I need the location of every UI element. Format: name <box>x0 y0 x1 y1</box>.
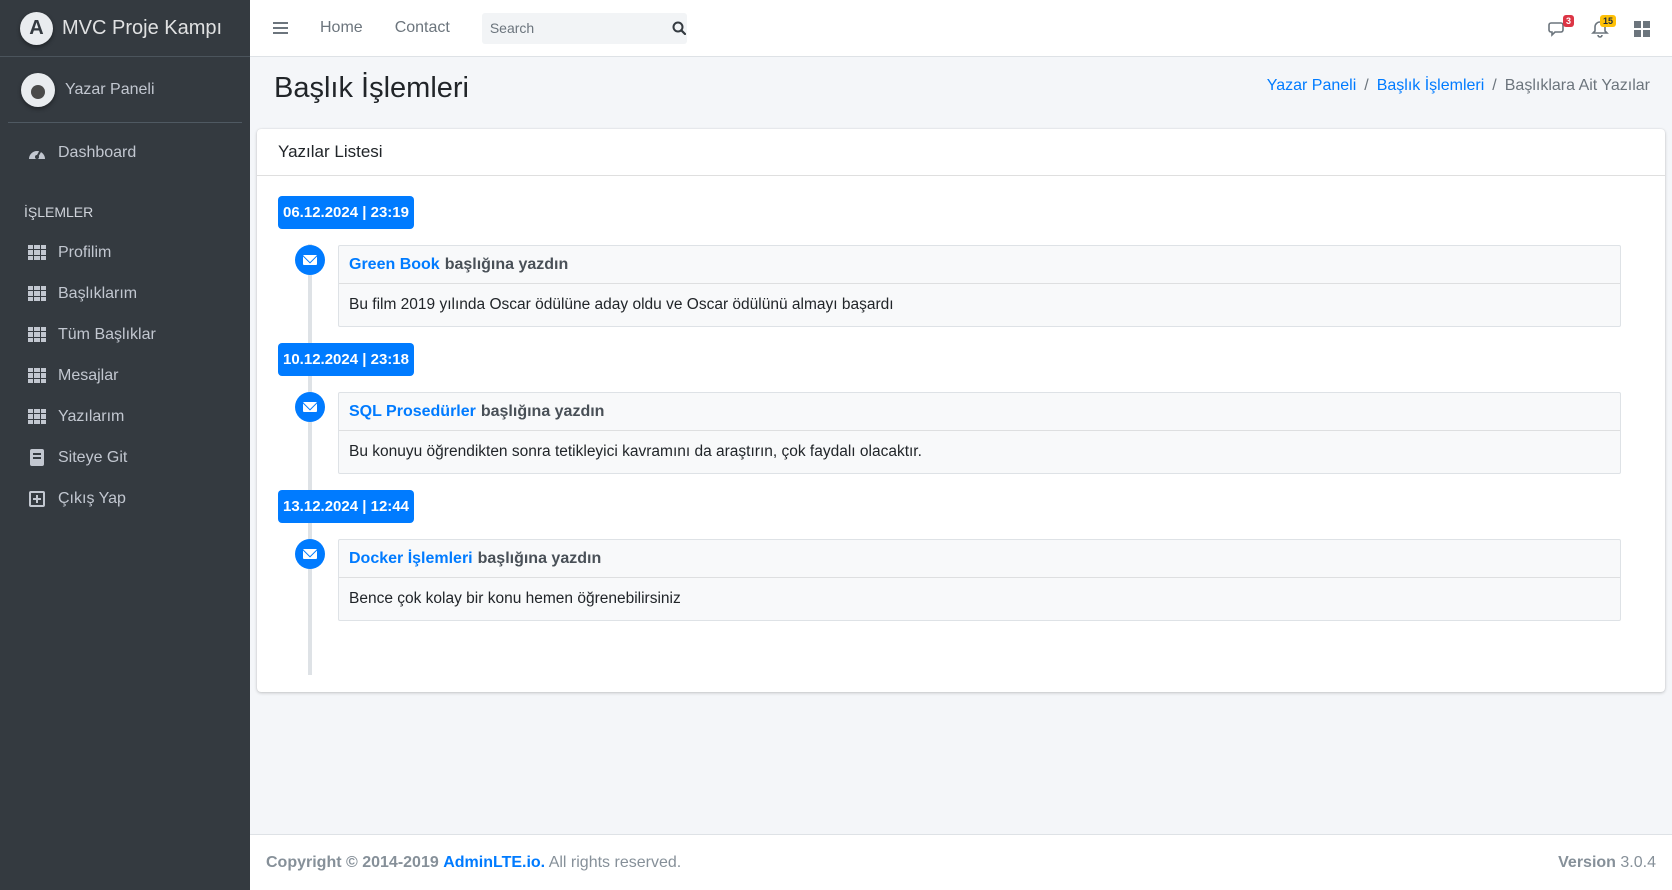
nav-link-contact[interactable]: Contact <box>395 19 450 37</box>
grid-icon <box>27 327 47 342</box>
breadcrumb-item-baslik-islemleri[interactable]: Başlık İşlemleri <box>1377 77 1485 95</box>
time-label: 10.12.2024 | 23:18 <box>278 343 414 376</box>
sidebar-item-profilim[interactable]: Profilim <box>0 232 250 273</box>
breadcrumb-separator: / <box>1492 77 1497 94</box>
sidebar-nav: Dashboard İŞLEMLER Profilim Başlıklarım … <box>0 131 250 519</box>
timeline-item-header: Docker İşlemleri başlığına yazdın <box>339 540 1620 578</box>
adminlte-link[interactable]: AdminLTE.io. <box>443 854 545 871</box>
time-label: 06.12.2024 | 23:19 <box>278 196 414 229</box>
timeline-line <box>308 244 312 675</box>
envelope-icon <box>295 245 325 275</box>
apps-grid-icon[interactable] <box>1632 19 1652 39</box>
breadcrumb-item-yazar-paneli[interactable]: Yazar Paneli <box>1267 77 1357 95</box>
nav-link-home[interactable]: Home <box>320 19 363 37</box>
heading-link[interactable]: Green Book <box>349 256 440 274</box>
sidebar-item-yazilarim[interactable]: Yazılarım <box>0 396 250 437</box>
page-title: Başlık İşlemleri <box>274 72 469 104</box>
sidebar-item-siteye-git[interactable]: Siteye Git <box>0 437 250 478</box>
timeline-item: SQL Prosedürler başlığına yazdın Bu konu… <box>295 392 1621 474</box>
search-input[interactable] <box>481 12 671 44</box>
heading-suffix: başlığına yazdın <box>480 402 605 420</box>
copyright-prefix: Copyright © 2014-2019 <box>266 853 439 871</box>
navbar-right: 3 15 <box>1548 0 1652 57</box>
version-label: Version <box>1558 853 1616 871</box>
sidebar-item-label: Siteye Git <box>58 448 128 466</box>
bell-icon[interactable]: 15 <box>1590 14 1616 39</box>
sidebar-item-label: Profilim <box>58 243 112 261</box>
timeline-item: Docker İşlemleri başlığına yazdın Bence … <box>295 539 1621 621</box>
brand-logo: A <box>20 11 53 45</box>
timeline-item-body: Bu film 2019 yılında Oscar ödülüne aday … <box>349 296 894 313</box>
search-icon[interactable] <box>671 13 687 44</box>
user-name[interactable]: Yazar Paneli <box>65 81 155 99</box>
menu-toggle-icon[interactable] <box>273 22 288 34</box>
sidebar-item-label: Yazılarım <box>58 407 125 425</box>
heading-suffix: başlığına yazdın <box>444 255 569 273</box>
dashboard-icon <box>27 145 47 161</box>
breadcrumb: Yazar Paneli / Başlık İşlemleri / Başlık… <box>1267 77 1650 95</box>
sidebar-item-basliklarim[interactable]: Başlıklarım <box>0 273 250 314</box>
heading-suffix: başlığına yazdın <box>477 549 602 567</box>
timeline-item: Green Book başlığına yazdın Bu film 2019… <box>295 245 1621 327</box>
brand-title: MVC Proje Kampı <box>62 16 223 39</box>
sidebar-item-mesajlar[interactable]: Mesajlar <box>0 355 250 396</box>
timeline-item-header: Green Book başlığına yazdın <box>339 246 1620 284</box>
envelope-icon <box>295 392 325 422</box>
card-title: Yazılar Listesi <box>257 129 1665 176</box>
messages-icon[interactable]: 3 <box>1548 14 1574 39</box>
timeline-item-body: Bence çok kolay bir konu hemen öğrenebil… <box>349 590 681 607</box>
heading-link[interactable]: Docker İşlemleri <box>349 550 473 568</box>
time-label: 13.12.2024 | 12:44 <box>278 490 414 523</box>
sidebar-item-label: Başlıklarım <box>58 284 138 302</box>
search-form <box>481 12 687 44</box>
grid-icon <box>27 245 47 260</box>
grid-icon <box>27 409 47 424</box>
copyright: Copyright © 2014-2019 AdminLTE.io. All r… <box>266 854 681 872</box>
timeline-item-box: SQL Prosedürler başlığına yazdın Bu konu… <box>338 392 1621 474</box>
sidebar-item-label: Dashboard <box>58 143 137 161</box>
heading-link[interactable]: SQL Prosedürler <box>349 403 476 421</box>
notifications-badge: 15 <box>1599 14 1616 27</box>
grid-icon <box>27 368 47 383</box>
main-sidebar: A MVC Proje Kampı Yazar Paneli Dashboard… <box>0 0 250 890</box>
sidebar-section-header: İŞLEMLER <box>24 204 94 220</box>
envelope-icon <box>295 539 325 569</box>
sidebar-item-label: Çıkış Yap <box>58 489 126 507</box>
breadcrumb-separator: / <box>1364 77 1369 94</box>
version-value: 3.0.4 <box>1620 853 1656 871</box>
grid-icon <box>27 286 47 301</box>
sidebar-item-dashboard[interactable]: Dashboard <box>0 131 250 174</box>
avatar <box>21 72 55 107</box>
timeline-item-box: Green Book başlığına yazdın Bu film 2019… <box>338 245 1621 327</box>
book-icon <box>27 449 47 466</box>
brand-link[interactable]: A MVC Proje Kampı <box>0 0 250 57</box>
copyright-suffix: All rights reserved. <box>548 853 682 871</box>
main-footer: Copyright © 2014-2019 AdminLTE.io. All r… <box>250 834 1672 890</box>
user-panel[interactable]: Yazar Paneli <box>8 57 242 123</box>
sidebar-item-cikis-yap[interactable]: Çıkış Yap <box>0 478 250 519</box>
posts-card: Yazılar Listesi 06.12.2024 | 23:19 Green… <box>257 129 1665 692</box>
timeline-item-box: Docker İşlemleri başlığına yazdın Bence … <box>338 539 1621 621</box>
breadcrumb-item-current: Başlıklara Ait Yazılar <box>1504 77 1650 94</box>
version-info: Version 3.0.4 <box>1558 854 1656 872</box>
sidebar-item-label: Tüm Başlıklar <box>58 325 156 343</box>
timeline-item-header: SQL Prosedürler başlığına yazdın <box>339 393 1620 431</box>
timeline-item-body: Bu konuyu öğrendikten sonra tetikleyici … <box>349 443 922 460</box>
plus-square-icon <box>27 490 47 507</box>
timeline: 06.12.2024 | 23:19 Green Book başlığına … <box>257 176 1665 675</box>
sidebar-item-label: Mesajlar <box>58 366 119 384</box>
top-navbar: Home Contact 3 15 <box>250 0 1672 57</box>
messages-badge: 3 <box>1562 14 1574 27</box>
sidebar-item-tum-basliklar[interactable]: Tüm Başlıklar <box>0 314 250 355</box>
